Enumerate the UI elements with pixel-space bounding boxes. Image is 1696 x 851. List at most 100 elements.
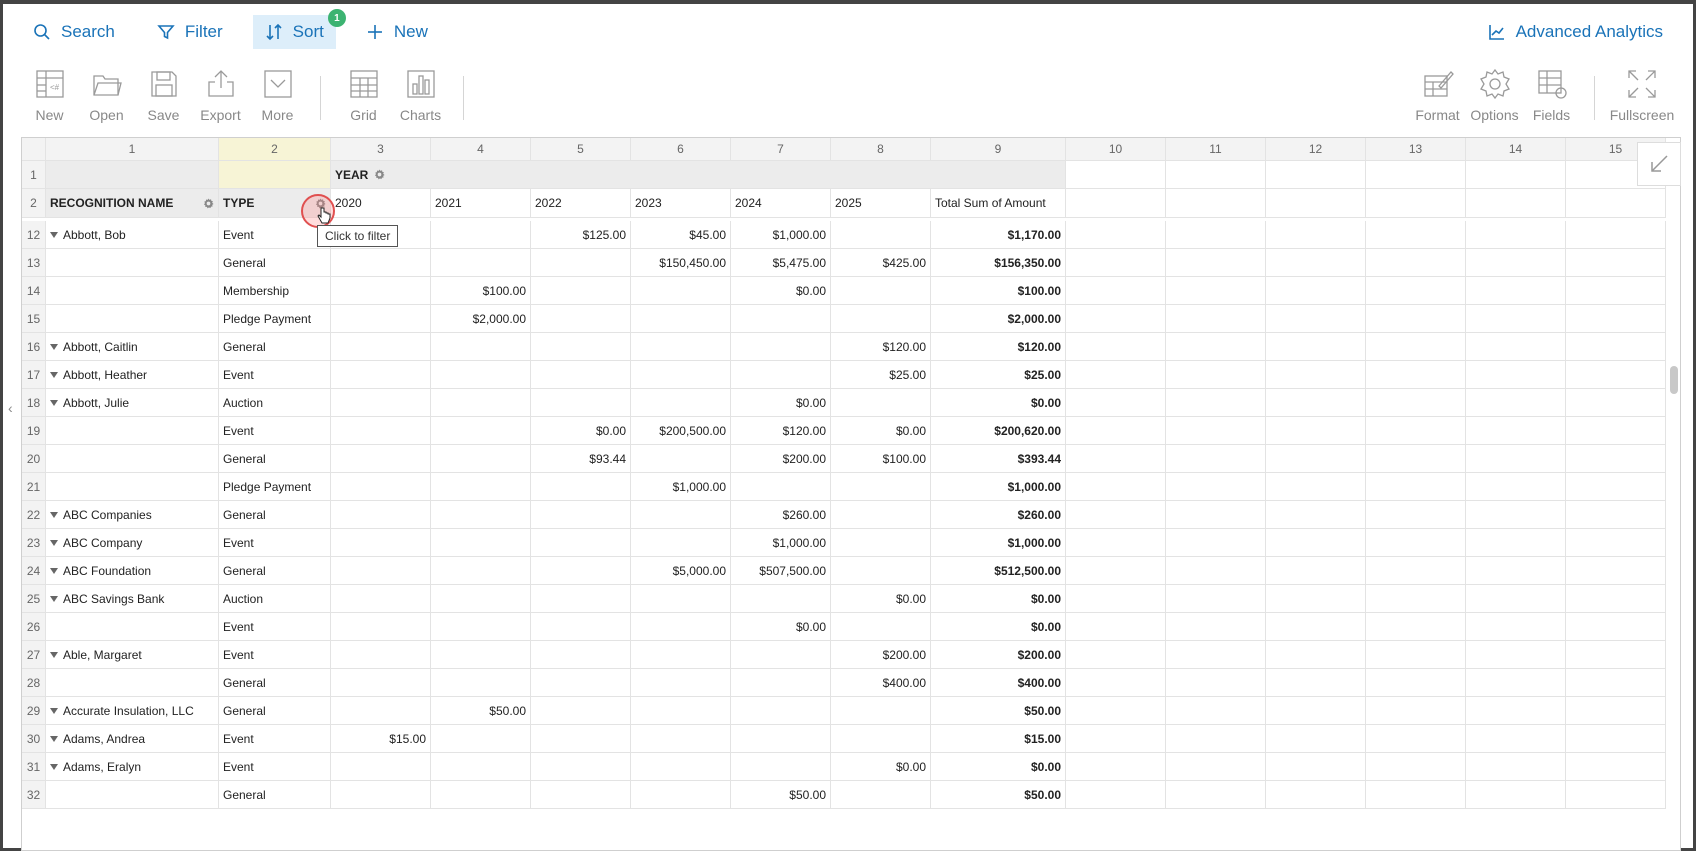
amount-cell[interactable] (531, 529, 631, 557)
amount-cell[interactable] (331, 249, 431, 277)
amount-cell[interactable] (831, 221, 931, 249)
empty-cell[interactable] (1166, 781, 1266, 809)
empty-cell[interactable] (1566, 669, 1666, 697)
empty-cell[interactable] (1266, 613, 1366, 641)
amount-cell[interactable] (531, 249, 631, 277)
amount-cell[interactable] (831, 473, 931, 501)
recognition-name-cell[interactable] (46, 445, 219, 473)
empty-cell[interactable] (1166, 305, 1266, 333)
amount-cell[interactable] (431, 781, 531, 809)
recognition-gear-icon[interactable] (203, 197, 214, 209)
empty-cell[interactable] (1266, 417, 1366, 445)
recognition-name-cell[interactable]: ABC Savings Bank (46, 585, 219, 613)
amount-cell[interactable]: $120.00 (831, 333, 931, 361)
type-cell[interactable]: General (219, 249, 331, 277)
amount-cell[interactable]: $400.00 (831, 669, 931, 697)
empty-cell[interactable] (1466, 753, 1566, 781)
empty-cell[interactable] (1366, 669, 1466, 697)
table-row[interactable]: 12 Abbott, Bob Event $125.00 $45.00 $1,000.00… (22, 221, 1666, 249)
empty-cell[interactable] (1166, 277, 1266, 305)
amount-cell[interactable]: $0.00 (831, 585, 931, 613)
empty-cell[interactable] (1266, 753, 1366, 781)
amount-cell[interactable]: $0.00 (731, 613, 831, 641)
empty-cell[interactable] (1366, 277, 1466, 305)
amount-cell[interactable] (531, 333, 631, 361)
amount-cell[interactable] (531, 641, 631, 669)
empty-cell[interactable] (1266, 445, 1366, 473)
empty-cell[interactable] (1066, 389, 1166, 417)
empty-cell[interactable] (1466, 389, 1566, 417)
amount-cell[interactable] (431, 669, 531, 697)
column-header[interactable]: 10 (1066, 138, 1166, 161)
amount-cell[interactable] (631, 445, 731, 473)
amount-cell[interactable] (531, 501, 631, 529)
amount-cell[interactable] (731, 361, 831, 389)
amount-cell[interactable]: $200,500.00 (631, 417, 731, 445)
total-cell[interactable]: $1,170.00 (931, 221, 1066, 249)
empty-cell[interactable] (1066, 473, 1166, 501)
empty-cell[interactable] (1266, 669, 1366, 697)
amount-cell[interactable] (531, 305, 631, 333)
empty-cell[interactable] (1066, 781, 1166, 809)
empty-cell[interactable] (1566, 389, 1666, 417)
year-column-header[interactable]: 2023 (631, 189, 731, 218)
amount-cell[interactable]: $100.00 (431, 277, 531, 305)
empty-cell[interactable] (1266, 725, 1366, 753)
empty-cell[interactable] (1466, 473, 1566, 501)
empty-cell[interactable] (1566, 361, 1666, 389)
amount-cell[interactable]: $120.00 (731, 417, 831, 445)
empty-cell[interactable] (1566, 221, 1666, 249)
table-row[interactable]: 19 Event $0.00 $200,500.00 $120.00 $0.00 $200,… (22, 417, 1666, 445)
table-row[interactable]: 15 Pledge Payment $2,000.00 $2,000.00 (22, 305, 1666, 333)
amount-cell[interactable] (831, 613, 931, 641)
amount-cell[interactable]: $93.44 (531, 445, 631, 473)
total-cell[interactable]: $200.00 (931, 641, 1066, 669)
amount-cell[interactable] (631, 697, 731, 725)
column-header[interactable]: 8 (831, 138, 931, 161)
year-column-header[interactable]: 2025 (831, 189, 931, 218)
empty-cell[interactable] (1566, 529, 1666, 557)
empty-cell[interactable] (1266, 529, 1366, 557)
empty-cell[interactable] (1066, 305, 1166, 333)
total-cell[interactable]: $120.00 (931, 333, 1066, 361)
empty-cell[interactable] (1466, 529, 1566, 557)
amount-cell[interactable] (831, 529, 931, 557)
amount-cell[interactable] (631, 585, 731, 613)
empty-cell[interactable] (1166, 501, 1266, 529)
recognition-name-cell[interactable] (46, 781, 219, 809)
toolbar-more-button[interactable]: More (249, 68, 306, 123)
empty-cell[interactable] (1166, 221, 1266, 249)
amount-cell[interactable] (831, 697, 931, 725)
chevron-left-icon[interactable]: ‹ (8, 400, 13, 416)
column-header[interactable]: 1 (46, 138, 219, 161)
empty-cell[interactable] (1466, 613, 1566, 641)
type-cell[interactable]: General (219, 669, 331, 697)
year-gear-icon[interactable] (374, 169, 385, 180)
table-row[interactable]: 26 Event $0.00 $0.00 (22, 613, 1666, 641)
table-row[interactable]: 18 Abbott, Julie Auction $0.00 $0.00 (22, 389, 1666, 417)
new-button[interactable]: New (354, 15, 440, 49)
empty-cell[interactable] (1466, 361, 1566, 389)
amount-cell[interactable] (331, 697, 431, 725)
empty-cell[interactable] (1466, 249, 1566, 277)
type-cell[interactable]: Event (219, 641, 331, 669)
column-header[interactable]: 2 (219, 138, 331, 161)
table-row[interactable]: 14 Membership $100.00 $0.00 $100.00 (22, 277, 1666, 305)
amount-cell[interactable] (431, 613, 531, 641)
empty-cell[interactable] (1466, 333, 1566, 361)
type-cell[interactable]: Pledge Payment (219, 305, 331, 333)
amount-cell[interactable] (631, 333, 731, 361)
amount-cell[interactable] (531, 277, 631, 305)
recognition-name-cell[interactable] (46, 417, 219, 445)
total-cell[interactable]: $25.00 (931, 361, 1066, 389)
amount-cell[interactable]: $0.00 (831, 417, 931, 445)
amount-cell[interactable]: $125.00 (531, 221, 631, 249)
empty-cell[interactable] (1566, 697, 1666, 725)
empty-cell[interactable] (1466, 161, 1566, 189)
empty-cell[interactable] (1166, 445, 1266, 473)
recognition-name-cell[interactable] (46, 249, 219, 277)
amount-cell[interactable] (631, 529, 731, 557)
total-column-header[interactable]: Total Sum of Amount (931, 189, 1066, 218)
empty-cell[interactable] (1066, 529, 1166, 557)
empty-cell[interactable] (1166, 669, 1266, 697)
